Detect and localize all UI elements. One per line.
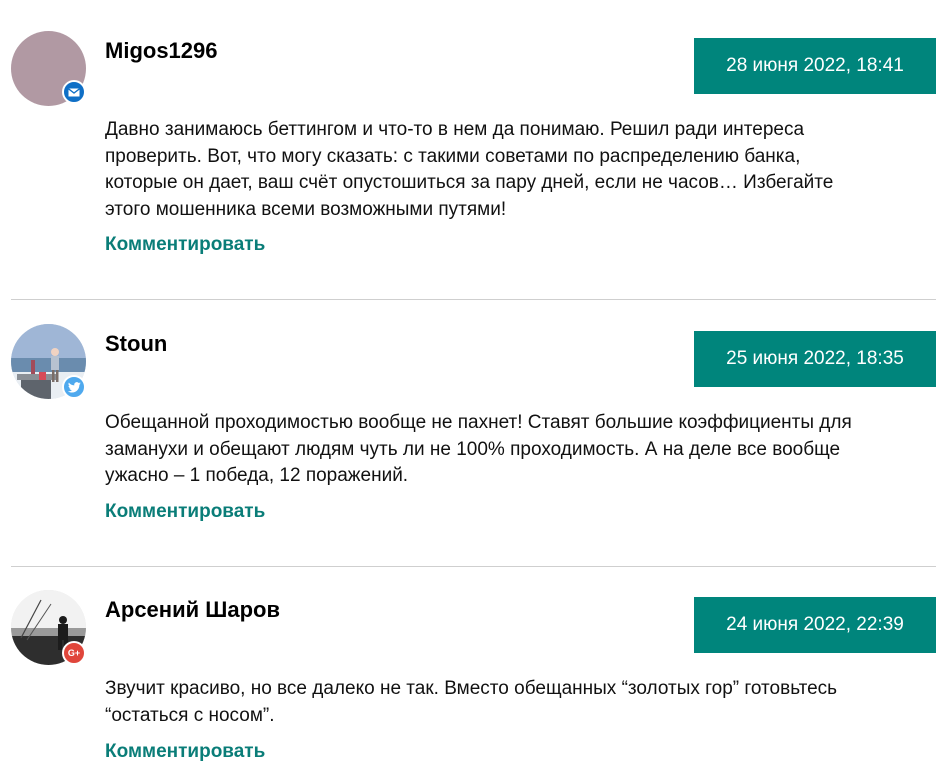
comment-author: Stoun [105,331,168,356]
comment-date: 24 июня 2022, 22:39 [694,597,936,653]
comment-date: 28 июня 2022, 18:41 [694,38,936,94]
comment-text: Обещанной проходимостью вообще не пахнет… [105,412,852,486]
google-plus-icon: G+ [62,641,86,665]
comment-author: Migos1296 [105,38,218,63]
mail-icon [62,80,86,104]
comment-text: Давно занимаюсь беттингом и что-то в нем… [105,119,834,220]
comment-divider [11,566,936,567]
comment-divider [11,299,936,300]
google-plus-label: G+ [67,648,81,658]
twitter-icon [62,375,86,399]
comment-date: 25 июня 2022, 18:35 [694,331,936,387]
reply-link[interactable]: Комментировать [105,741,265,763]
comment-author: Арсений Шаров [105,597,280,622]
reply-link[interactable]: Комментировать [105,234,265,256]
reply-link[interactable]: Комментировать [105,501,265,523]
comment-text: Звучит красиво, но все далеко не так. Вм… [105,678,838,726]
